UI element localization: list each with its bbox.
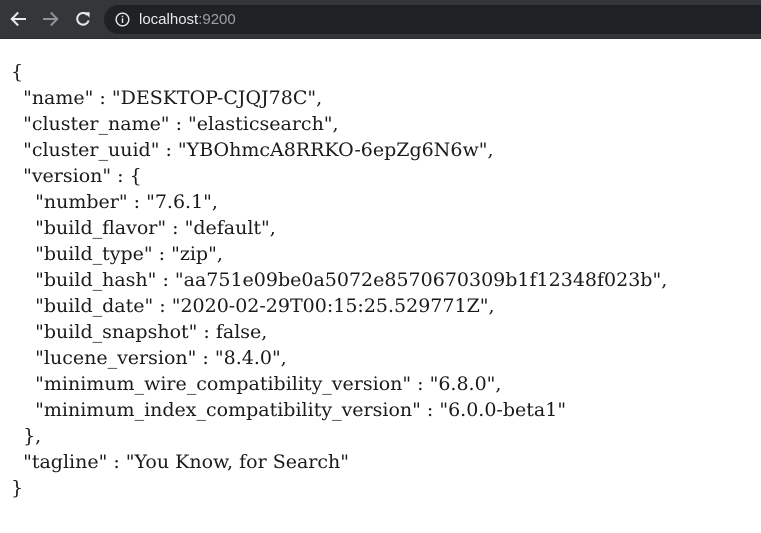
back-button[interactable] (8, 9, 28, 29)
json-line: "lucene_version" : "8.4.0", (11, 347, 287, 369)
info-icon[interactable] (115, 12, 130, 27)
json-line: "cluster_uuid" : "YBOhmcA8RRKO-6epZg6N6w… (11, 139, 494, 161)
reload-icon (76, 12, 90, 26)
json-line: }, (11, 425, 42, 447)
json-line: "number" : "7.6.1", (11, 191, 218, 213)
json-line: "build_type" : "zip", (11, 243, 223, 265)
json-line: "build_snapshot" : false, (11, 321, 268, 343)
url-host: localhost (139, 11, 199, 28)
json-line: "build_hash" : "aa751e09be0a5072e8570670… (11, 269, 668, 291)
json-line: { (11, 61, 24, 83)
url-port: :9200 (198, 11, 236, 28)
browser-toolbar: localhost:9200 (0, 0, 761, 39)
arrow-left-icon (10, 11, 26, 27)
json-line: "minimum_wire_compatibility_version" : "… (11, 373, 502, 395)
forward-button[interactable] (41, 9, 61, 29)
reload-button[interactable] (73, 9, 93, 29)
arrow-right-icon (43, 11, 59, 27)
page-content: { "name" : "DESKTOP-CJQJ78C", "cluster_n… (0, 39, 761, 533)
json-line: "name" : "DESKTOP-CJQJ78C", (11, 87, 323, 109)
json-line: "build_date" : "2020-02-29T00:15:25.5297… (11, 295, 495, 317)
json-line: "version" : { (11, 165, 142, 187)
json-line: "cluster_name" : "elasticsearch", (11, 113, 339, 135)
json-line: "build_flavor" : "default", (11, 217, 276, 239)
json-line: "tagline" : "You Know, for Search" (11, 451, 349, 473)
json-line: } (11, 477, 24, 499)
json-line: "minimum_index_compatibility_version" : … (11, 399, 567, 421)
url-text[interactable]: localhost:9200 (139, 11, 236, 28)
address-bar[interactable]: localhost:9200 (104, 5, 761, 34)
